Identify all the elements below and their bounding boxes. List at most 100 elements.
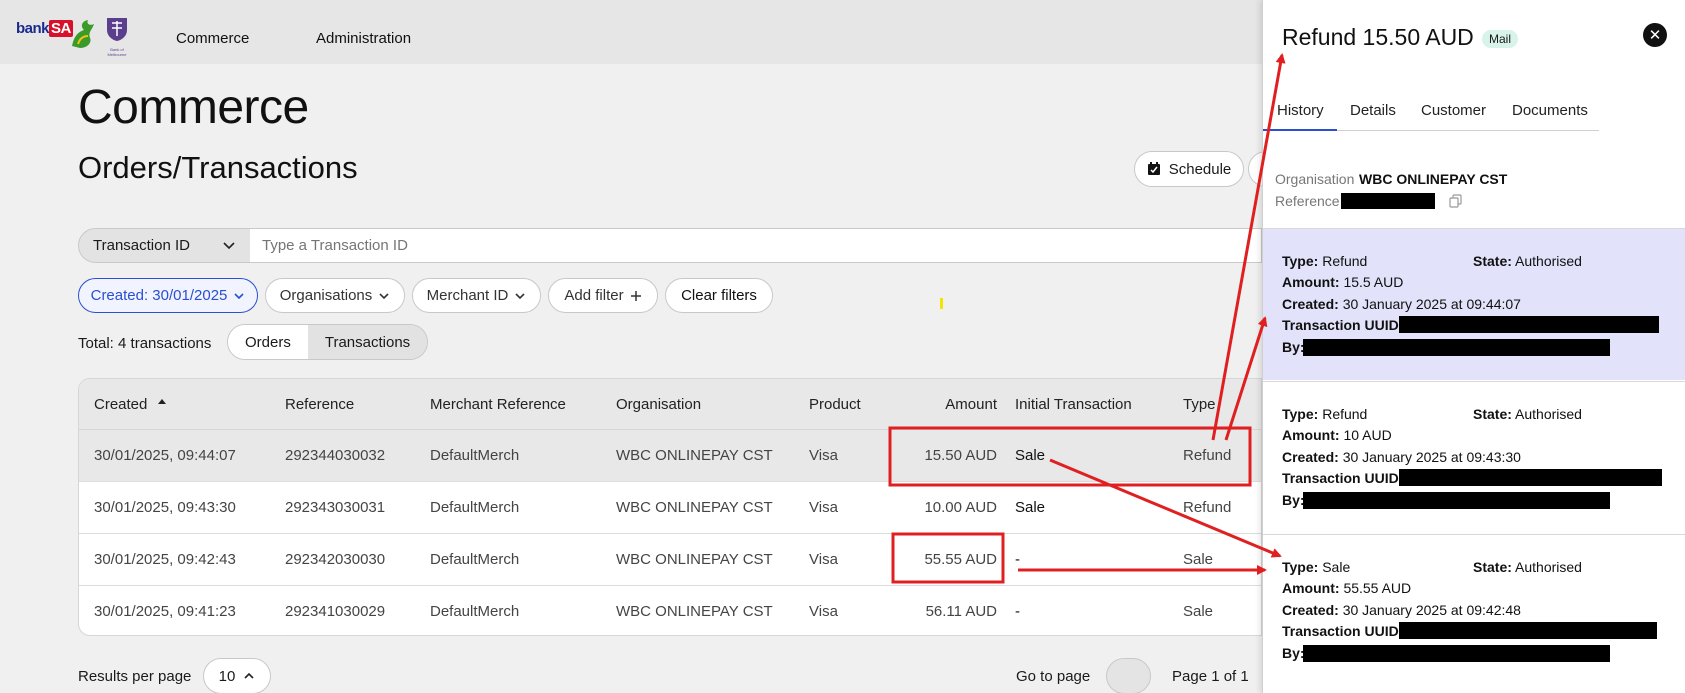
tab-details[interactable]: Details <box>1350 102 1396 119</box>
cell-merchant-reference: DefaultMerch <box>430 447 520 464</box>
copy-icon[interactable] <box>1449 194 1463 208</box>
merchant-id-filter-label: Merchant ID <box>426 287 509 304</box>
state-label: State: <box>1473 559 1512 575</box>
nav-administration[interactable]: Administration <box>316 30 411 47</box>
col-product[interactable]: Product <box>809 396 861 413</box>
tab-customer[interactable]: Customer <box>1421 102 1486 119</box>
entry-state: State: Authorised <box>1473 559 1582 575</box>
cell-amount: 15.50 AUD <box>924 447 997 464</box>
created-label: Created: <box>1282 449 1339 465</box>
col-reference[interactable]: Reference <box>285 396 354 413</box>
view-orders-tab[interactable]: Orders <box>228 325 308 359</box>
go-to-page-input[interactable] <box>1106 658 1151 693</box>
uuid-label: Transaction UUID: <box>1282 623 1404 639</box>
amount-label: Amount: <box>1282 427 1340 443</box>
bank-sa-logo[interactable]: bank SA <box>16 20 73 37</box>
col-created[interactable]: Created <box>94 396 147 413</box>
created-label: Created: <box>1282 296 1339 312</box>
go-to-page-label: Go to page <box>1016 668 1091 685</box>
amount-value: 15.5 AUD <box>1343 274 1404 290</box>
reference-label: Reference <box>1275 193 1340 209</box>
amount-value: 55.55 AUD <box>1343 580 1412 596</box>
cell-created: 30/01/2025, 09:42:43 <box>94 551 236 568</box>
entry-created: Created: 30 January 2025 at 09:44:07 <box>1282 296 1521 312</box>
history-entry: Type: Refund State: Authorised Amount: 1… <box>1263 381 1685 533</box>
search-input[interactable] <box>250 228 1262 263</box>
cell-reference: 292343030031 <box>285 499 386 516</box>
cell-type: Refund <box>1183 499 1232 516</box>
tab-history[interactable]: History <box>1277 102 1324 119</box>
cell-type: Sale <box>1183 603 1214 620</box>
merchant-id-filter[interactable]: Merchant ID <box>412 278 541 313</box>
sort-asc-icon[interactable] <box>157 397 167 405</box>
history-entry: Type: Sale State: Authorised Amount: 55.… <box>1263 534 1685 686</box>
organisations-filter-label: Organisations <box>279 287 373 304</box>
cell-organisation: WBC ONLINEPAY CST <box>616 551 773 568</box>
table-row[interactable]: 30/01/2025, 09:42:43 292342030030 Defaul… <box>79 534 1261 586</box>
redacted-uuid <box>1399 316 1659 333</box>
bank-of-melbourne-crest-icon: Bank of Melbourne <box>104 16 130 57</box>
by-label: By: <box>1282 645 1305 661</box>
crest-caption: Bank of Melbourne <box>107 47 127 57</box>
entry-by: By: <box>1282 339 1305 355</box>
type-label: Type: <box>1282 253 1319 269</box>
dragon-logo-icon <box>72 20 94 48</box>
col-initial-transaction[interactable]: Initial Transaction <box>1015 396 1132 413</box>
cell-amount: 56.11 AUD <box>925 603 997 620</box>
cell-created: 30/01/2025, 09:41:23 <box>94 603 236 620</box>
entry-uuid: Transaction UUID: <box>1282 317 1403 333</box>
col-type[interactable]: Type <box>1183 396 1216 413</box>
tab-documents[interactable]: Documents <box>1512 102 1588 119</box>
redacted-by <box>1303 339 1610 356</box>
entry-created: Created: 30 January 2025 at 09:42:48 <box>1282 602 1521 618</box>
calendar-icon <box>1147 162 1160 175</box>
entry-type: Type: Refund <box>1282 406 1367 422</box>
nav-commerce[interactable]: Commerce <box>176 30 249 47</box>
chevron-up-icon <box>244 672 254 679</box>
table-row[interactable]: 30/01/2025, 09:44:07 292344030032 Defaul… <box>79 430 1261 482</box>
redacted-reference <box>1341 193 1435 209</box>
amount-label: Amount: <box>1282 580 1340 596</box>
col-amount[interactable]: Amount <box>945 396 997 413</box>
cell-reference: 292341030029 <box>285 603 386 620</box>
table-row[interactable]: 30/01/2025, 09:43:30 292343030031 Defaul… <box>79 482 1261 534</box>
cell-initial-transaction: - <box>1015 603 1020 620</box>
created-value: 30 January 2025 at 09:43:30 <box>1342 449 1521 465</box>
amount-value: 10 AUD <box>1343 427 1392 443</box>
entry-amount: Amount: 15.5 AUD <box>1282 274 1403 290</box>
state-label: State: <box>1473 406 1512 422</box>
history-entry: Type: Refund State: Authorised Amount: 1… <box>1263 228 1685 380</box>
close-icon[interactable]: ✕ <box>1643 23 1667 47</box>
entry-uuid: Transaction UUID: <box>1282 623 1403 639</box>
cursor-marker <box>940 298 943 309</box>
type-value: Refund <box>1322 406 1368 422</box>
chevron-down-icon <box>223 242 235 250</box>
table-row[interactable]: 30/01/2025, 09:41:23 292341030029 Defaul… <box>79 586 1261 635</box>
search-field-select[interactable]: Transaction ID <box>78 228 251 263</box>
transaction-detail-panel: Refund 15.50 AUD Mail ✕ History Details … <box>1262 0 1685 693</box>
add-filter-button[interactable]: Add filter <box>548 278 658 313</box>
col-organisation[interactable]: Organisation <box>616 396 701 413</box>
organisations-filter[interactable]: Organisations <box>265 278 405 313</box>
cell-reference: 292344030032 <box>285 447 386 464</box>
top-nav-bar: bank SA Bank of Melbourne Commerce Admini… <box>0 0 1262 64</box>
state-label: State: <box>1473 253 1512 269</box>
cell-created: 30/01/2025, 09:44:07 <box>94 447 236 464</box>
col-merchant-reference[interactable]: Merchant Reference <box>430 396 566 413</box>
created-date-filter[interactable]: Created: 30/01/2025 <box>78 278 258 313</box>
entry-state: State: Authorised <box>1473 406 1582 422</box>
add-filter-label: Add filter <box>564 287 624 304</box>
view-transactions-tab[interactable]: Transactions <box>307 325 428 359</box>
type-value: Sale <box>1322 559 1351 575</box>
created-value: 30 January 2025 at 09:44:07 <box>1342 296 1521 312</box>
schedule-button[interactable]: Schedule <box>1134 151 1244 187</box>
uuid-label: Transaction UUID: <box>1282 470 1404 486</box>
entry-type: Type: Sale <box>1282 559 1350 575</box>
results-per-page-select[interactable]: 10 <box>203 658 271 693</box>
plus-icon <box>630 290 641 301</box>
amount-label: Amount: <box>1282 274 1340 290</box>
clear-filters-button[interactable]: Clear filters <box>665 278 773 313</box>
cell-product: Visa <box>809 603 838 620</box>
state-value: Authorised <box>1515 253 1582 269</box>
uuid-label: Transaction UUID: <box>1282 317 1404 333</box>
